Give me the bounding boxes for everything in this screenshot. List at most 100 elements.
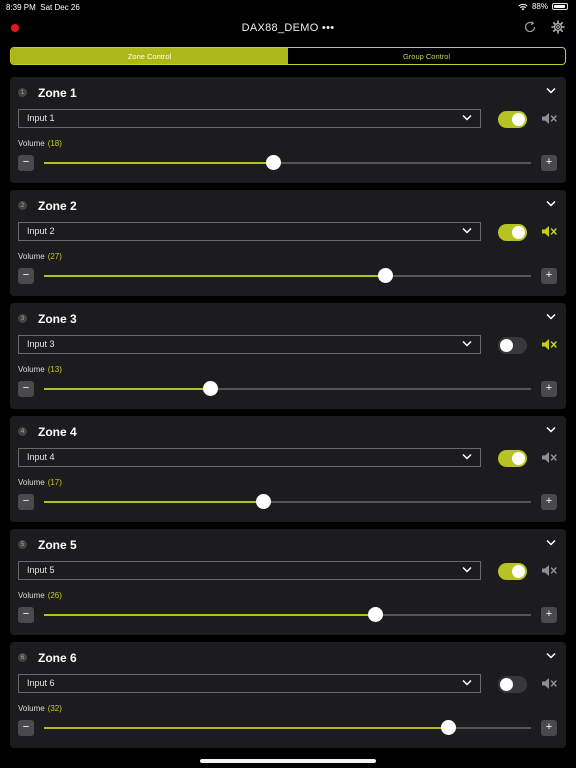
- battery-percent: 88%: [531, 2, 548, 11]
- volume-up-button[interactable]: +: [541, 494, 557, 510]
- volume-value: (32): [47, 704, 62, 713]
- volume-down-button[interactable]: −: [18, 607, 34, 623]
- status-date: Sat Dec 26: [40, 3, 80, 12]
- volume-label: Volume (32): [18, 704, 62, 713]
- input-select[interactable]: Input 2: [18, 222, 481, 241]
- app-title[interactable]: DAX88_DEMO •••: [0, 22, 576, 34]
- volume-slider-fill: [44, 388, 210, 390]
- chevron-down-icon[interactable]: [546, 652, 556, 659]
- input-select[interactable]: Input 3: [18, 335, 481, 354]
- volume-down-button[interactable]: −: [18, 155, 34, 171]
- chevron-down-icon[interactable]: [546, 426, 556, 433]
- zone-number-badge: 5: [18, 540, 27, 549]
- toggle-knob: [500, 678, 513, 691]
- volume-value: (27): [47, 252, 62, 261]
- volume-up-button[interactable]: +: [541, 268, 557, 284]
- volume-value: (13): [47, 365, 62, 374]
- mute-speaker-icon[interactable]: [541, 564, 558, 577]
- volume-label: Volume (27): [18, 252, 62, 261]
- zone-power-toggle[interactable]: [498, 450, 527, 467]
- volume-up-button[interactable]: +: [541, 155, 557, 171]
- volume-slider-thumb[interactable]: [256, 494, 272, 509]
- battery-icon: [552, 3, 568, 10]
- volume-slider-thumb[interactable]: [368, 607, 384, 622]
- zone-number-badge: 3: [18, 314, 27, 323]
- mute-speaker-icon[interactable]: [541, 338, 558, 351]
- chevron-down-icon[interactable]: [546, 539, 556, 546]
- status-indicators: 88%: [518, 2, 568, 11]
- zone-name: Zone 4: [38, 425, 77, 439]
- zone-power-toggle[interactable]: [498, 676, 527, 693]
- volume-value: (18): [47, 139, 62, 148]
- input-select[interactable]: Input 1: [18, 109, 481, 128]
- toggle-knob: [512, 565, 525, 578]
- volume-up-button[interactable]: +: [541, 720, 557, 736]
- chevron-down-icon[interactable]: [546, 87, 556, 94]
- zone-name: Zone 3: [38, 312, 77, 326]
- volume-down-button[interactable]: −: [18, 381, 34, 397]
- input-select-value: Input 4: [27, 452, 55, 462]
- volume-label: Volume (17): [18, 478, 62, 487]
- chevron-down-icon[interactable]: [546, 200, 556, 207]
- volume-down-button[interactable]: −: [18, 720, 34, 736]
- zone-number-badge: 6: [18, 653, 27, 662]
- toggle-knob: [512, 452, 525, 465]
- volume-up-button[interactable]: +: [541, 381, 557, 397]
- volume-slider-thumb[interactable]: [202, 381, 218, 396]
- volume-value: (26): [47, 591, 62, 600]
- volume-slider-thumb[interactable]: [377, 268, 393, 283]
- volume-down-button[interactable]: −: [18, 268, 34, 284]
- gear-icon[interactable]: [551, 20, 565, 34]
- control-mode-segment: Zone Control Group Control: [10, 47, 566, 65]
- chevron-down-icon: [462, 114, 472, 121]
- volume-slider[interactable]: [44, 607, 531, 622]
- volume-label: Volume (13): [18, 365, 62, 374]
- volume-slider[interactable]: [44, 494, 531, 509]
- volume-up-button[interactable]: +: [541, 607, 557, 623]
- zone-name: Zone 5: [38, 538, 77, 552]
- volume-slider[interactable]: [44, 381, 531, 396]
- mute-speaker-icon[interactable]: [541, 225, 558, 238]
- zone-card: 3 Zone 3 Input 3 Volume (13) − +: [10, 303, 566, 409]
- volume-slider[interactable]: [44, 720, 531, 735]
- home-indicator[interactable]: [200, 759, 376, 763]
- chevron-down-icon[interactable]: [546, 313, 556, 320]
- input-select-value: Input 2: [27, 226, 55, 236]
- zone-power-toggle[interactable]: [498, 111, 527, 128]
- chevron-down-icon: [462, 453, 472, 460]
- toggle-knob: [512, 226, 525, 239]
- zone-power-toggle[interactable]: [498, 563, 527, 580]
- volume-slider[interactable]: [44, 155, 531, 170]
- refresh-icon[interactable]: [523, 20, 537, 34]
- input-select-value: Input 3: [27, 339, 55, 349]
- volume-slider-thumb[interactable]: [441, 720, 457, 735]
- zone-number-badge: 2: [18, 201, 27, 210]
- zone-name: Zone 6: [38, 651, 77, 665]
- volume-slider-fill: [44, 162, 273, 164]
- mute-speaker-icon[interactable]: [541, 677, 558, 690]
- volume-slider[interactable]: [44, 268, 531, 283]
- input-select[interactable]: Input 4: [18, 448, 481, 467]
- chevron-down-icon: [462, 340, 472, 347]
- zone-card: 5 Zone 5 Input 5 Volume (26) − +: [10, 529, 566, 635]
- input-select-value: Input 1: [27, 113, 55, 123]
- input-select-value: Input 6: [27, 678, 55, 688]
- volume-slider-thumb[interactable]: [265, 155, 281, 170]
- toggle-knob: [500, 339, 513, 352]
- zone-card: 2 Zone 2 Input 2 Volume (27) − +: [10, 190, 566, 296]
- volume-slider-fill: [44, 727, 449, 729]
- chevron-down-icon: [462, 566, 472, 573]
- zone-number-badge: 4: [18, 427, 27, 436]
- app-header: DAX88_DEMO •••: [0, 14, 576, 42]
- input-select[interactable]: Input 6: [18, 674, 481, 693]
- zone-power-toggle[interactable]: [498, 224, 527, 241]
- mute-speaker-icon[interactable]: [541, 451, 558, 464]
- input-select[interactable]: Input 5: [18, 561, 481, 580]
- tab-zone-control[interactable]: Zone Control: [11, 48, 288, 64]
- zone-card: 4 Zone 4 Input 4 Volume (17) − +: [10, 416, 566, 522]
- zone-power-toggle[interactable]: [498, 337, 527, 354]
- volume-down-button[interactable]: −: [18, 494, 34, 510]
- zone-name: Zone 2: [38, 199, 77, 213]
- tab-group-control[interactable]: Group Control: [288, 48, 565, 64]
- mute-speaker-icon[interactable]: [541, 112, 558, 125]
